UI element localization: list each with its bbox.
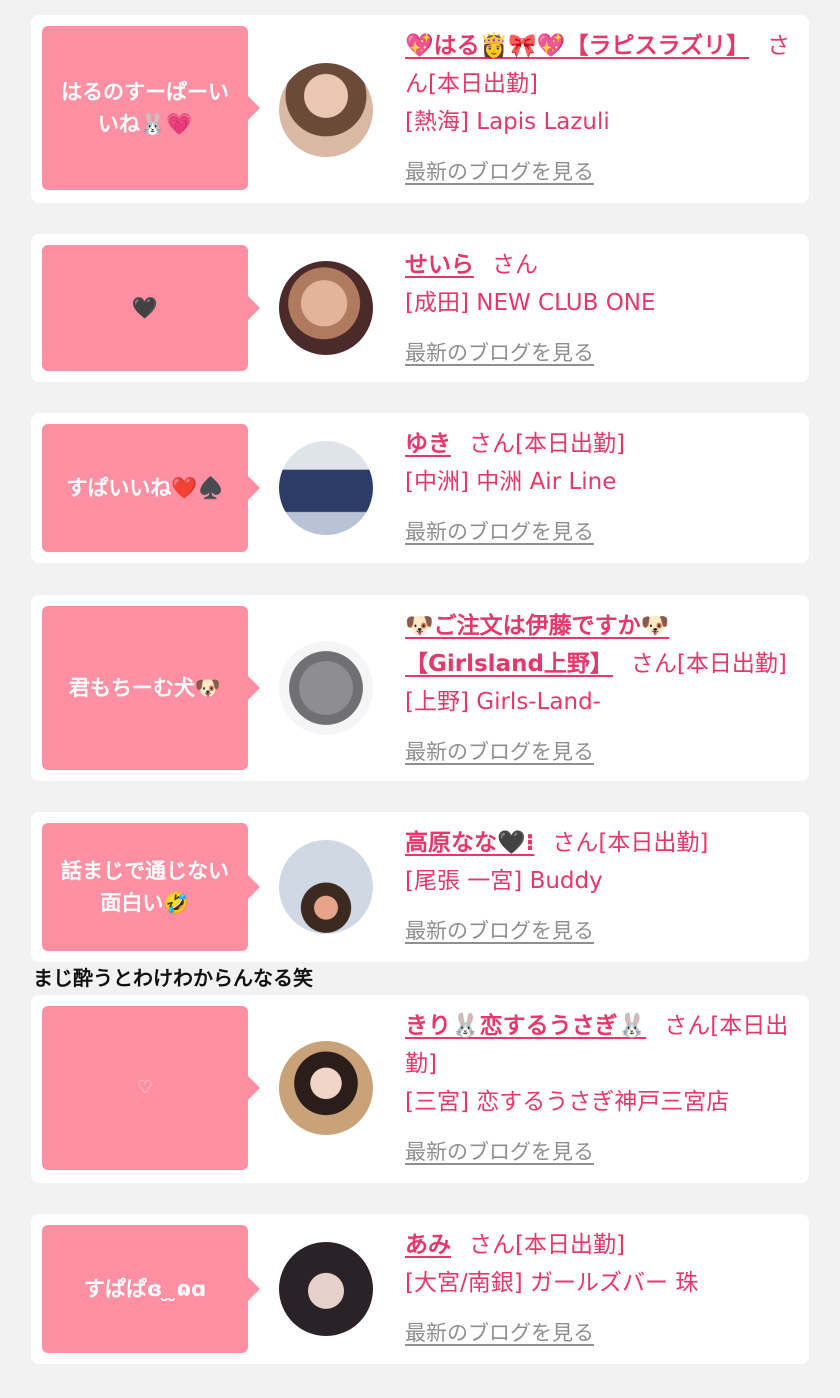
girl-name-link[interactable]: 🐶ご注文は伊藤ですか🐶【Girlsland上野】 xyxy=(405,613,669,677)
comment-bubble: ♡ xyxy=(42,1006,260,1170)
name-suffix: さん[本日出勤] xyxy=(469,1232,625,1258)
avatar[interactable] xyxy=(279,441,373,535)
shop-label: [三宮] 恋するうさぎ神戸三宮店 xyxy=(405,1089,730,1115)
girl-card: すぱいいね❤️♠️ ゆき さん[本日出勤] [中洲] 中洲 Air Line 最新… xyxy=(31,413,809,563)
shop-label: [成田] NEW CLUB ONE xyxy=(405,290,656,316)
avatar[interactable] xyxy=(279,1041,373,1135)
name-suffix: さん[本日出勤] xyxy=(552,830,709,856)
girl-name-link[interactable]: あみ xyxy=(405,1232,451,1258)
avatar[interactable] xyxy=(279,641,373,735)
latest-blog-link[interactable]: 最新のブログを見る xyxy=(405,912,795,950)
girl-name-link[interactable]: ゆき xyxy=(405,431,451,457)
girl-card: はるのすーぱーいいね🐰💗 💖はる👸🎀💖【ラピスラズリ】 さん[本日出勤] [熱海]… xyxy=(31,15,809,203)
latest-blog-link[interactable]: 最新のブログを見る xyxy=(405,334,795,372)
shop-label: [熱海] Lapis Lazuli xyxy=(405,109,610,135)
name-suffix: さん xyxy=(492,252,538,278)
latest-blog-link[interactable]: 最新のブログを見る xyxy=(405,733,795,771)
shop-label: [中洲] 中洲 Air Line xyxy=(405,469,617,495)
girl-name-link[interactable]: 💖はる👸🎀💖【ラピスラズリ】 xyxy=(405,33,749,59)
avatar[interactable] xyxy=(279,261,373,355)
girl-card: 君もちーむ犬🐶 🐶ご注文は伊藤ですか🐶【Girlsland上野】 さん[本日出勤]… xyxy=(31,595,809,781)
name-suffix: さん[本日出勤] xyxy=(469,431,625,457)
girl-card: 話まじで通じない面白い🤣 高原なな🖤⁝ さん[本日出勤] [尾張 一宮] Budd… xyxy=(31,812,809,962)
girl-name-link[interactable]: 高原なな🖤⁝ xyxy=(405,830,534,856)
girl-name-link[interactable]: きり🐰恋するうさぎ🐰 xyxy=(405,1013,646,1039)
avatar[interactable] xyxy=(279,63,373,157)
name-suffix: さん[本日出勤] xyxy=(630,651,787,677)
comment-bubble: 君もちーむ犬🐶 xyxy=(42,606,260,770)
comment-bubble: すぱぱɞ ̮ ̮ɷɑ xyxy=(42,1225,260,1353)
shop-label: [大宮/南銀] ガールズバー 珠 xyxy=(405,1270,699,1296)
girl-card: すぱぱɞ ̮ ̮ɷɑ あみ さん[本日出勤] [大宮/南銀] ガールズバー 珠 最… xyxy=(31,1214,809,1364)
shop-label: [上野] Girls-Land- xyxy=(405,689,601,715)
comment-bubble: はるのすーぱーいいね🐰💗 xyxy=(42,26,260,190)
girl-card: 🖤 せいら さん [成田] NEW CLUB ONE 最新のブログを見る xyxy=(31,234,809,382)
shop-label: [尾張 一宮] Buddy xyxy=(405,868,603,894)
girl-name-link[interactable]: せいら xyxy=(405,252,474,278)
comment-bubble: すぱいいね❤️♠️ xyxy=(42,424,260,552)
comment-text: まじ酔うとわけわからんなる笑 xyxy=(33,966,313,990)
latest-blog-link[interactable]: 最新のブログを見る xyxy=(405,513,795,551)
avatar[interactable] xyxy=(279,1242,373,1336)
latest-blog-link[interactable]: 最新のブログを見る xyxy=(405,1133,795,1171)
avatar[interactable] xyxy=(279,840,373,934)
comment-bubble: 🖤 xyxy=(42,245,260,371)
latest-blog-link[interactable]: 最新のブログを見る xyxy=(405,153,795,191)
girl-card: ♡ きり🐰恋するうさぎ🐰 さん[本日出勤] [三宮] 恋するうさぎ神戸三宮店 最新… xyxy=(31,995,809,1183)
latest-blog-link[interactable]: 最新のブログを見る xyxy=(405,1314,795,1352)
comment-bubble: 話まじで通じない面白い🤣 xyxy=(42,823,260,951)
